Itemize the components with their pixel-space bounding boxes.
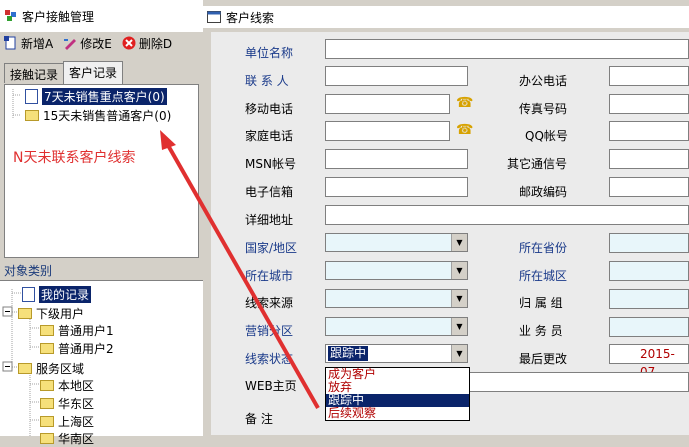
annotation-arrow bbox=[160, 130, 320, 409]
